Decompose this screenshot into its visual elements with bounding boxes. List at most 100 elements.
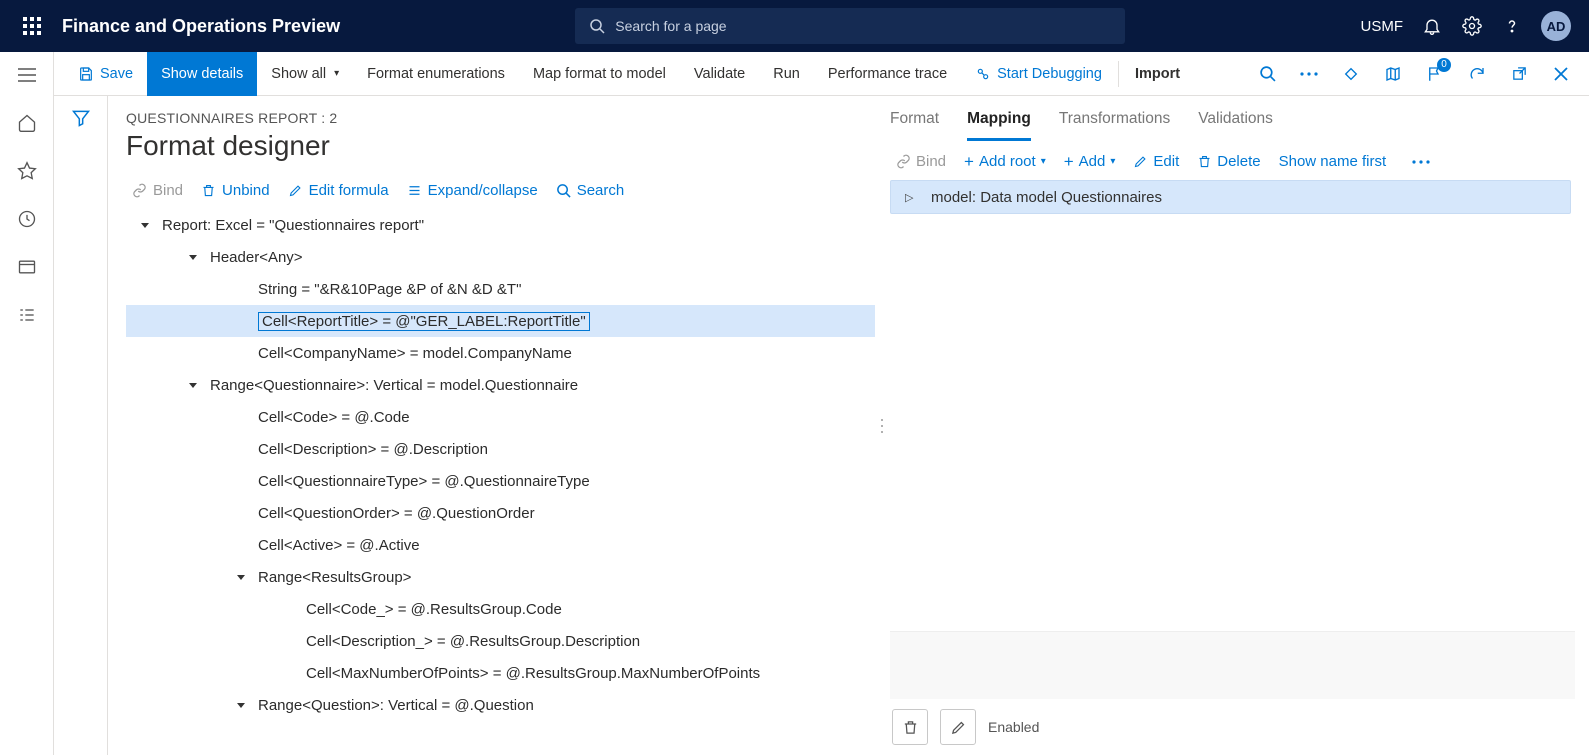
tree-row[interactable]: Report: Excel = "Questionnaires report" [126,209,875,241]
splitter[interactable] [875,96,889,755]
tree-row[interactable]: Cell<Description> = @.Description [126,433,875,465]
tree-row[interactable]: Range<ResultsGroup> [126,561,875,593]
caret-icon[interactable] [236,572,252,582]
close-button[interactable] [1543,56,1579,92]
tree-node-label: Cell<Description> = @.Description [258,441,488,458]
search-icon [556,183,571,198]
list-icon [407,183,422,198]
close-icon [1553,66,1569,82]
help-icon [1502,16,1522,36]
nav-workspaces[interactable] [16,256,38,278]
overflow-button[interactable] [1291,56,1327,92]
tree-search-label: Search [577,182,625,199]
chevron-down-icon: ▾ [1110,156,1115,167]
tab-format[interactable]: Format [890,110,939,141]
add-button[interactable]: + Add ▾ [1064,153,1116,170]
perf-trace-label: Performance trace [828,66,947,82]
notifications-button[interactable] [1421,15,1443,37]
start-debugging-button[interactable]: Start Debugging [961,52,1116,96]
map-format-button[interactable]: Map format to model [519,52,680,96]
tree-row[interactable]: Cell<QuestionOrder> = @.QuestionOrder [126,497,875,529]
unbind-button[interactable]: Unbind [201,182,270,199]
add-label: Add [1079,153,1106,170]
tree-row[interactable]: Cell<Code> = @.Code [126,401,875,433]
pencil-icon [1133,154,1148,169]
tree-row[interactable]: Cell<Description_> = @.ResultsGroup.Desc… [126,625,875,657]
trash-icon [201,183,216,198]
import-label: Import [1135,66,1180,82]
filter-strip [54,96,108,755]
performance-trace-button[interactable]: Performance trace [814,52,961,96]
start-debug-label: Start Debugging [997,66,1102,82]
edit-formula-label: Edit formula [309,182,389,199]
map-button[interactable] [1375,56,1411,92]
popout-icon [1511,65,1528,82]
show-details-button[interactable]: Show details [147,52,257,96]
nav-expand[interactable] [16,64,38,86]
edit-label: Edit [1153,153,1179,170]
bind-button[interactable]: Bind [132,182,183,199]
caret-icon[interactable] [188,380,204,390]
format-tree[interactable]: Report: Excel = "Questionnaires report"H… [126,209,875,755]
detail-delete-button[interactable] [892,709,928,745]
tree-node-label: Cell<Description_> = @.ResultsGroup.Desc… [306,633,640,650]
plus-icon: + [964,153,974,170]
refresh-icon [1468,65,1486,83]
tree-row[interactable]: Cell<CompanyName> = model.CompanyName [126,337,875,369]
edit-formula-button[interactable]: Edit formula [288,182,389,199]
model-row[interactable]: ▷ model: Data model Questionnaires [890,180,1571,214]
run-button[interactable]: Run [759,52,814,96]
settings-button[interactable] [1461,15,1483,37]
tree-row[interactable]: Cell<QuestionnaireType> = @.Questionnair… [126,465,875,497]
nav-modules[interactable] [16,304,38,326]
nav-favorites[interactable] [16,160,38,182]
tree-row[interactable]: Header<Any> [126,241,875,273]
attachments-button[interactable] [1333,56,1369,92]
save-icon [78,66,94,82]
notifications-button[interactable]: 0 [1417,56,1453,92]
tree-row[interactable]: Range<Questionnaire>: Vertical = model.Q… [126,369,875,401]
filter-button[interactable] [71,108,91,755]
format-enumerations-button[interactable]: Format enumerations [353,52,519,96]
tree-row[interactable]: Range<Question>: Vertical = @.Question [126,689,875,721]
edit-button[interactable]: Edit [1133,153,1179,170]
help-button[interactable] [1501,15,1523,37]
delete-button[interactable]: Delete [1197,153,1260,170]
caret-icon[interactable] [236,700,252,710]
mapping-overflow-button[interactable] [1412,159,1430,165]
user-avatar[interactable]: AD [1541,11,1571,41]
diamond-icon [1342,65,1360,83]
tab-transformations[interactable]: Transformations [1059,110,1170,141]
popout-button[interactable] [1501,56,1537,92]
model-row-label: model: Data model Questionnaires [931,189,1162,206]
nav-home[interactable] [16,112,38,134]
detail-edit-button[interactable] [940,709,976,745]
tree-row[interactable]: String = "&R&10Page &P of &N &D &T" [126,273,875,305]
add-root-button[interactable]: + Add root ▾ [964,153,1046,170]
show-all-button[interactable]: Show all ▾ [257,52,353,96]
trash-icon [902,719,919,736]
save-button[interactable]: Save [64,52,147,96]
tab-validations[interactable]: Validations [1198,110,1273,141]
find-button[interactable] [1249,56,1285,92]
validate-button[interactable]: Validate [680,52,759,96]
tab-mapping[interactable]: Mapping [967,110,1031,141]
tree-row[interactable]: Cell<ReportTitle> = @"GER_LABEL:ReportTi… [126,305,875,337]
tree-search-button[interactable]: Search [556,182,625,199]
caret-icon[interactable] [188,252,204,262]
tree-row[interactable]: Cell<Active> = @.Active [126,529,875,561]
show-name-first-button[interactable]: Show name first [1279,153,1387,170]
company-picker[interactable]: USMF [1361,18,1404,35]
search-input[interactable]: Search for a page [575,8,1125,44]
refresh-button[interactable] [1459,56,1495,92]
tree-row[interactable]: Cell<MaxNumberOfPoints> = @.ResultsGroup… [126,657,875,689]
app-launcher[interactable] [12,17,52,35]
tree-row[interactable]: Cell<Code_> = @.ResultsGroup.Code [126,593,875,625]
import-button[interactable]: Import [1121,52,1194,96]
nav-recent[interactable] [16,208,38,230]
tree-node-label: Cell<Active> = @.Active [258,537,420,554]
caret-icon[interactable] [140,220,156,230]
expand-collapse-button[interactable]: Expand/collapse [407,182,538,199]
mapping-bind-button[interactable]: Bind [896,153,946,170]
workspace-icon [17,257,37,277]
